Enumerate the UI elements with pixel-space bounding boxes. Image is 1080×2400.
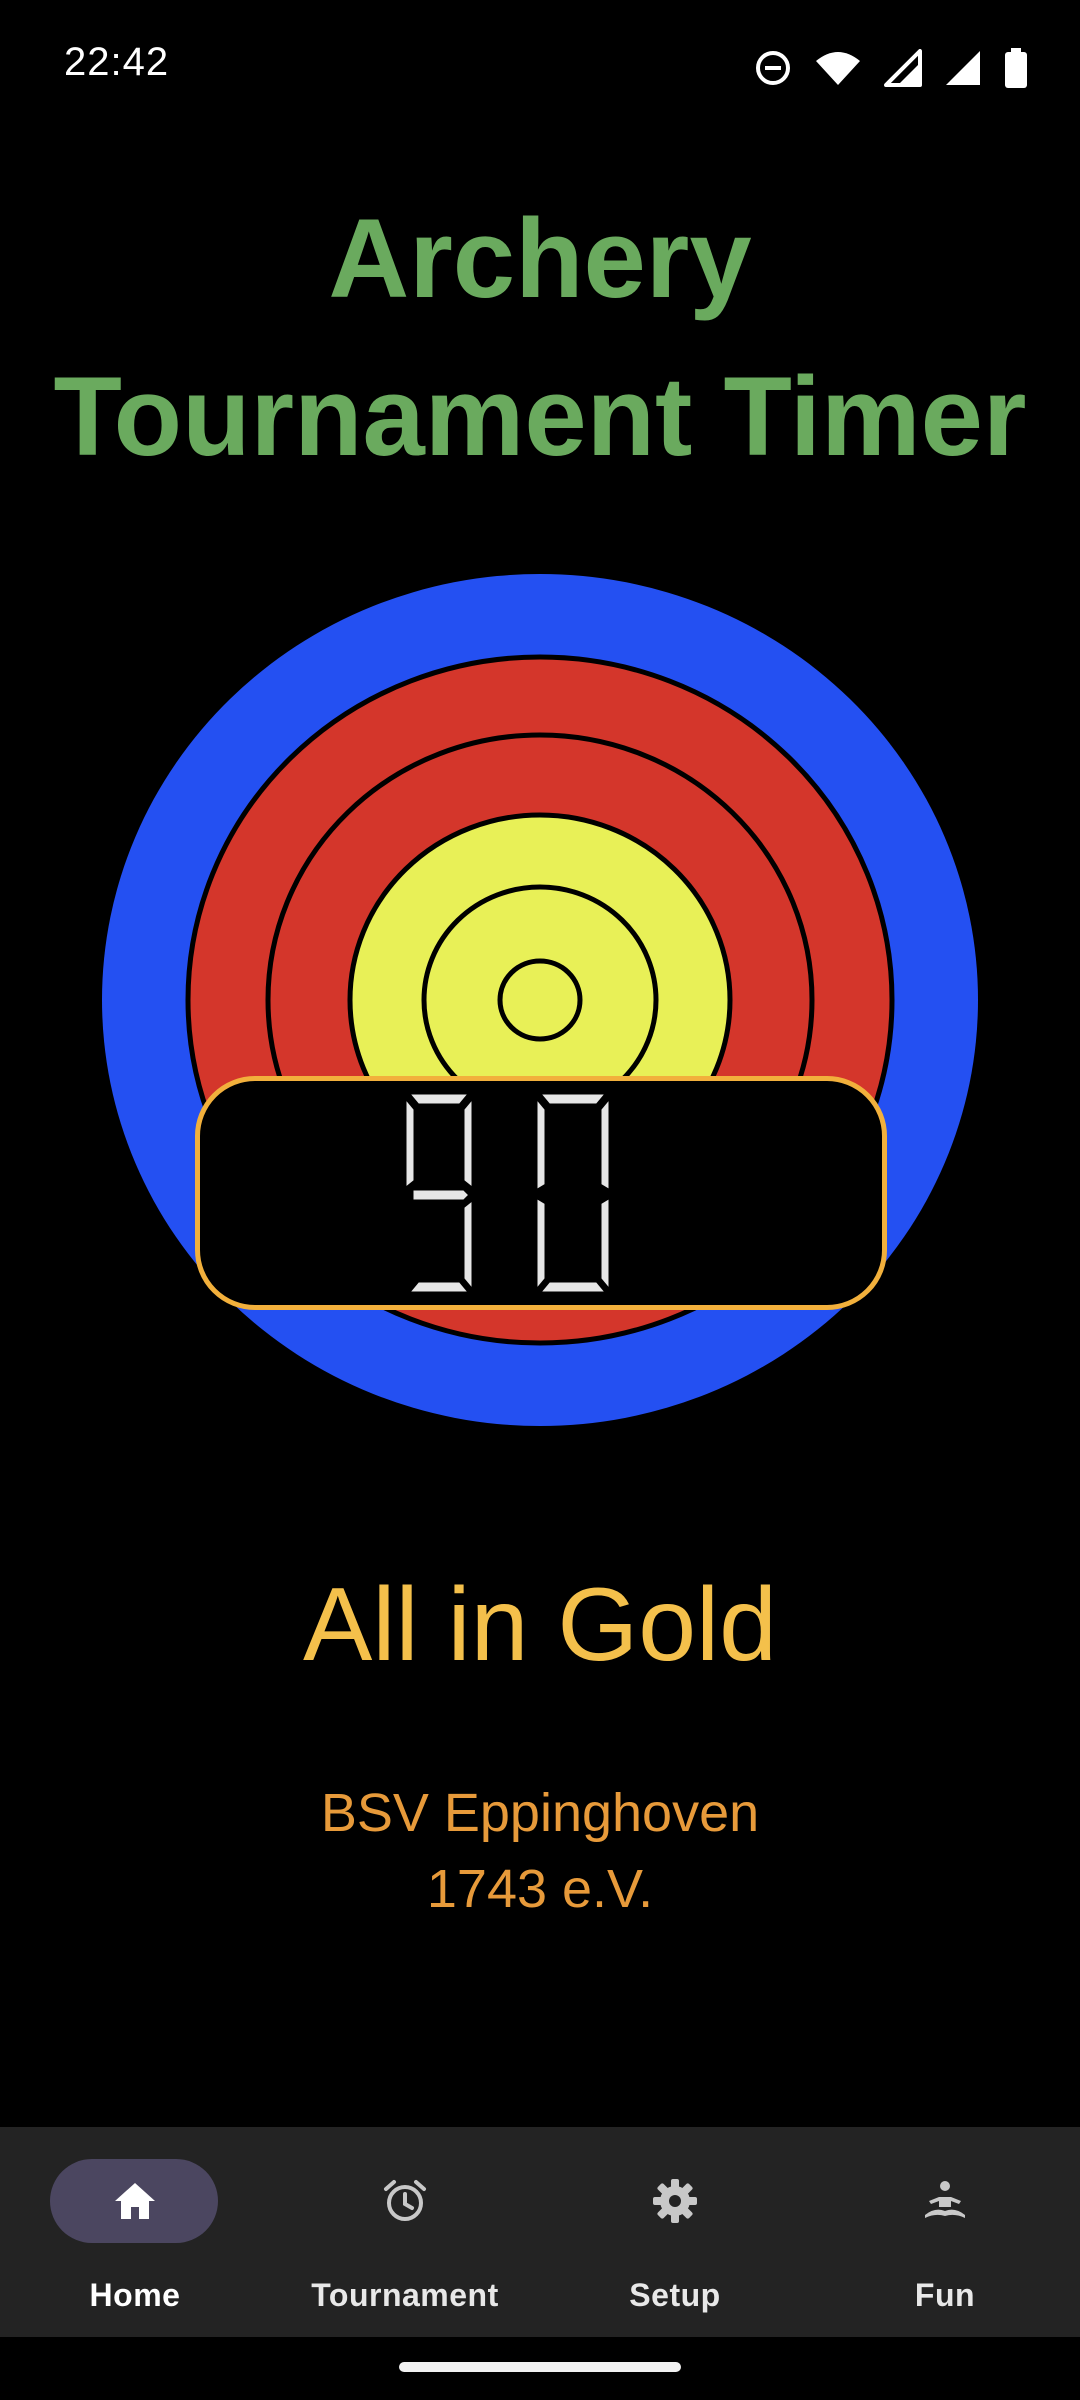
club-name-line2: 1743 e.V. <box>426 1859 654 1919</box>
battery-icon <box>1005 48 1027 88</box>
nav-label-tournament: Tournament <box>311 2277 499 2313</box>
nav-item-setup[interactable]: Setup <box>540 2127 810 2337</box>
nav-item-tournament[interactable]: Tournament <box>270 2127 540 2337</box>
timer-display: 90 <box>195 1076 887 1310</box>
app-title-line1: Archery <box>328 196 752 321</box>
nav-label-home: Home <box>89 2277 181 2313</box>
home-icon <box>115 2183 155 2219</box>
wifi-icon <box>816 52 860 85</box>
timer-digits <box>403 1091 612 1296</box>
meditation-icon <box>925 2181 965 2218</box>
status-message: All in Gold <box>303 1567 777 1683</box>
status-bar: 22:42 <box>0 0 1080 135</box>
status-time: 22:42 <box>64 40 170 84</box>
gear-icon <box>653 2179 697 2223</box>
bottom-navigation: Home Tournament Setup Fun <box>0 2127 1080 2337</box>
club-name: BSV Eppinghoven 1743 e.V. <box>0 1775 1080 1927</box>
nav-label-setup: Setup <box>629 2277 721 2313</box>
do-not-disturb-icon <box>756 51 790 85</box>
club-name-line1: BSV Eppinghoven <box>320 1783 760 1843</box>
gesture-home-bar[interactable] <box>399 2362 681 2372</box>
app-title-line2: Tournament Timer <box>53 354 1027 479</box>
nav-label-fun: Fun <box>914 2277 976 2313</box>
signal-icon <box>884 49 922 87</box>
alarm-clock-icon <box>384 2180 426 2221</box>
app-title: Archery Tournament Timer <box>0 180 1080 496</box>
nav-item-home[interactable]: Home <box>0 2127 270 2337</box>
target-bullseye <box>497 958 583 1042</box>
nav-item-fun[interactable]: Fun <box>810 2127 1080 2337</box>
status-icons <box>732 44 1028 92</box>
signal-icon <box>946 51 980 85</box>
